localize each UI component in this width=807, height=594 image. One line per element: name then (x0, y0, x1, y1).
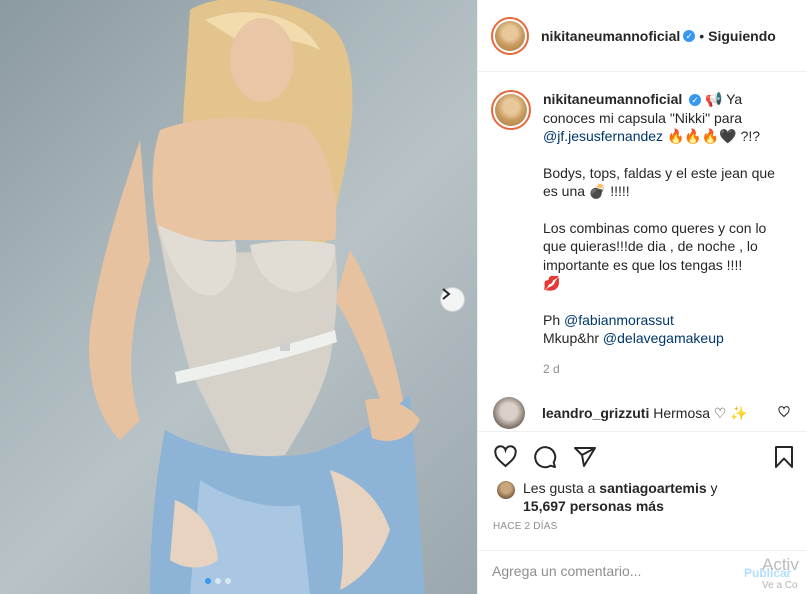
caption-text: nikitaneumannoficial ✓ 📢 Ya conoces mi c… (543, 90, 791, 378)
caption-age[interactable]: 2 d (543, 360, 791, 379)
likes-summary: Les gusta a santiagoartemis y 15,697 per… (495, 479, 718, 515)
post-image (89, 0, 425, 594)
caption-line: 🔥🔥🔥🖤 ?!? (666, 128, 761, 144)
carousel-dot (215, 578, 221, 584)
caption-username[interactable]: nikitaneumannoficial (543, 91, 682, 107)
post-actions (477, 431, 807, 481)
carousel-dot (225, 578, 231, 584)
comment-icon[interactable] (533, 445, 557, 472)
separator-dot: • (699, 27, 705, 44)
share-icon[interactable] (573, 445, 597, 472)
mention-link[interactable]: @jf.jesusfernandez (543, 128, 663, 144)
liker-username[interactable]: santiagoartemis (599, 480, 706, 496)
likes-prefix: Les gusta a (523, 480, 596, 496)
following-button[interactable]: Siguiendo (708, 28, 776, 44)
comment-composer: Publicar (477, 550, 807, 594)
caption-author-avatar[interactable] (491, 90, 531, 130)
likes-conjunction: y (710, 480, 718, 496)
likes-text: Les gusta a santiagoartemis y 15,697 per… (523, 479, 718, 515)
post-date[interactable]: HACE 2 DÍAS (493, 521, 557, 532)
carousel-dot (205, 578, 211, 584)
comment-row: leandro_grizzuti Hermosa ♡ ✨ (493, 397, 798, 429)
post-photo[interactable] (0, 0, 477, 594)
activation-watermark: Activ (762, 555, 799, 574)
carousel-next-button[interactable] (440, 287, 465, 312)
comment-like-icon[interactable] (778, 405, 790, 421)
caption-line: Bodys, tops, faldas y el este jean que e… (543, 164, 775, 200)
mention-link[interactable]: @fabianmorassut (564, 312, 674, 328)
caption-line: Ph (543, 311, 561, 328)
bookmark-icon[interactable] (772, 445, 796, 472)
caption-line: 💋 (543, 275, 561, 291)
author-avatar[interactable] (491, 16, 529, 55)
caption-line: Los combinas como queres y con lo que qu… (543, 219, 767, 273)
verified-badge-icon: ✓ (683, 29, 696, 42)
comment-text: leandro_grizzuti Hermosa ♡ ✨ (542, 405, 748, 422)
author-username[interactable]: nikitaneumannoficial (541, 28, 680, 44)
commenter-username[interactable]: leandro_grizzuti (542, 405, 649, 421)
mention-link[interactable]: @delavegamakeup (603, 330, 724, 346)
comment-input[interactable] (492, 563, 732, 579)
heart-icon[interactable] (493, 445, 518, 472)
post-header: nikitaneumannoficial ✓ • Siguiendo (478, 0, 807, 72)
commenter-avatar[interactable] (493, 397, 525, 429)
chevron-right-icon (442, 288, 451, 300)
carousel-dots (205, 578, 231, 584)
liker-avatar[interactable] (495, 479, 517, 501)
likes-count[interactable]: 15,697 personas más (523, 498, 664, 514)
caption-line: Mkup&hr (543, 330, 600, 346)
post-caption: nikitaneumannoficial ✓ 📢 Ya conoces mi c… (491, 90, 791, 378)
comment-body: Hermosa ♡ ✨ (653, 404, 748, 421)
verified-badge-icon: ✓ (689, 94, 702, 107)
activation-watermark-sub: Ve a Co (762, 580, 798, 591)
